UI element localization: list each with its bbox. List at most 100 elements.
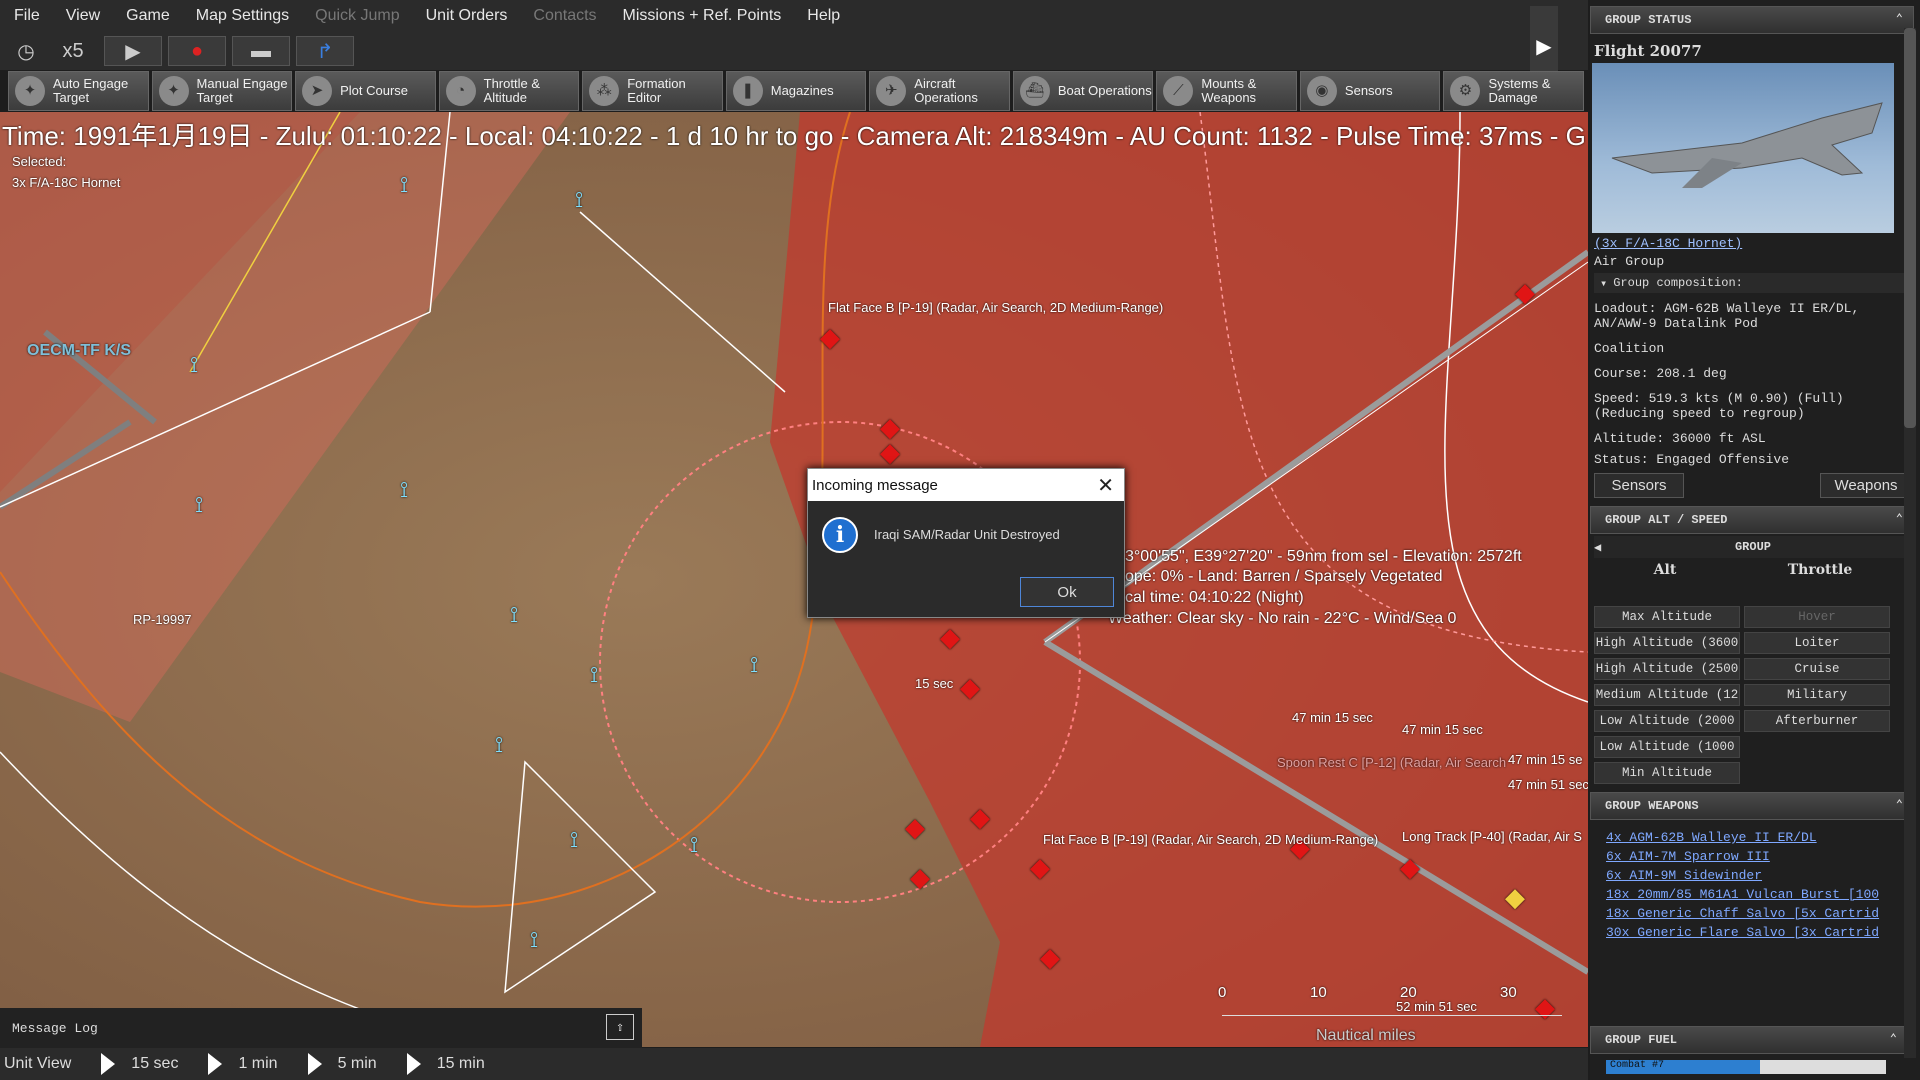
collapse-icon[interactable]: ⌃ <box>1890 1031 1897 1046</box>
collapse-icon[interactable]: ⌃ <box>1896 797 1903 812</box>
group-fuel-header[interactable]: GROUP FUEL ⌃ <box>1590 1026 1908 1054</box>
friendly-aircraft-icon[interactable]: ⟟ <box>400 477 408 503</box>
friendly-aircraft-icon[interactable]: ⟟ <box>590 662 598 688</box>
hostile-sam-icon[interactable]: ◆ <box>1030 852 1050 883</box>
record-button[interactable]: ● <box>168 36 226 66</box>
group-composition-toggle[interactable]: ▾ Group composition: <box>1594 273 1912 293</box>
plot-course-button[interactable]: ➤ Plot Course <box>295 71 436 111</box>
alt-min-button[interactable]: Min Altitude <box>1594 762 1740 784</box>
sensors-panel-button[interactable]: Sensors <box>1594 473 1684 498</box>
hostile-sam-icon[interactable]: ◆ <box>1040 942 1060 973</box>
menu-contacts[interactable]: Contacts <box>533 7 596 25</box>
menu-game[interactable]: Game <box>126 7 170 25</box>
eta-label: 47 min 15 sec <box>1292 710 1373 725</box>
group-status-header[interactable]: GROUP STATUS ⌃ <box>1590 6 1914 34</box>
ship-view-button[interactable]: ▬ <box>232 36 290 66</box>
speed-readout[interactable]: x5 <box>48 36 98 66</box>
collapse-icon[interactable]: ⌃ <box>1896 511 1903 526</box>
hostile-sam-icon[interactable]: ◆ <box>910 862 930 893</box>
hostile-sam-icon[interactable]: ◆ <box>880 437 900 468</box>
sensors-button[interactable]: ◉ Sensors <box>1299 71 1441 111</box>
alt-low-2000-button[interactable]: Low Altitude (2000 <box>1594 710 1740 732</box>
weapon-link[interactable]: 6x AIM-7M Sparrow III <box>1590 847 1910 866</box>
hostile-sam-icon[interactable]: ◆ <box>1515 277 1535 308</box>
tactical-map[interactable]: ⟟ ⟟ ⟟ ⟟ ⟟ ⟟ ⟟ ⟟ ⟟ ⟟ ⟟ ⟟ ◆ ◆ ◆ ◆ ◆ ◆ ◆ ◆ … <box>0 112 1588 1047</box>
mounts-weapons-button[interactable]: ⟋ Mounts & Weapons <box>1156 71 1297 111</box>
menu-unit-orders[interactable]: Unit Orders <box>426 7 508 25</box>
weapon-link[interactable]: 18x 20mm/85 M61A1 Vulcan Burst [100 <box>1590 885 1910 904</box>
weapon-link[interactable]: 6x AIM-9M Sidewinder <box>1590 866 1910 885</box>
formation-editor-button[interactable]: ⁂ Formation Editor <box>582 71 723 111</box>
weapon-link[interactable]: 18x Generic Chaff Salvo [5x Cartrid <box>1590 904 1910 923</box>
menu-missions[interactable]: Missions + Ref. Points <box>623 7 782 25</box>
hostile-sam-icon[interactable]: ◆ <box>960 672 980 703</box>
hostile-sam-icon[interactable]: ◆ <box>820 322 840 353</box>
friendly-aircraft-icon[interactable]: ⟟ <box>570 827 578 853</box>
hostile-sam-icon[interactable]: ◆ <box>1400 852 1420 883</box>
boat-ops-button[interactable]: ⛴ Boat Operations <box>1012 71 1154 111</box>
unit-class-link[interactable]: (3x F/A-18C Hornet) <box>1590 233 1920 251</box>
friendly-aircraft-icon[interactable]: ⟟ <box>530 927 538 953</box>
hostile-sam-icon[interactable]: ◆ <box>940 622 960 653</box>
alt-speed-header[interactable]: GROUP ALT / SPEED ⌃ <box>1590 506 1914 534</box>
panel-scrollbar[interactable] <box>1904 28 1916 1058</box>
throttle-afterburner-button[interactable]: Afterburner <box>1744 710 1890 732</box>
friendly-aircraft-icon[interactable]: ⟟ <box>495 732 503 758</box>
group-weapons-header[interactable]: GROUP WEAPONS ⌃ <box>1590 792 1914 820</box>
expand-log-icon[interactable]: ⇧ <box>606 1014 634 1040</box>
scale-tick: 0 <box>1218 984 1227 1001</box>
collapse-icon[interactable]: ⌃ <box>1896 11 1903 26</box>
friendly-aircraft-icon[interactable]: ⟟ <box>750 652 758 678</box>
throttle-label: Throttle & Altitude <box>483 76 540 105</box>
alt-medium-button[interactable]: Medium Altitude (12 <box>1594 684 1740 706</box>
friendly-aircraft-icon[interactable]: ⟟ <box>690 832 698 858</box>
weapons-panel-button[interactable]: Weapons <box>1820 473 1912 498</box>
time-step-15s[interactable]: 15 sec <box>93 1053 178 1075</box>
time-step-15m[interactable]: 15 min <box>399 1053 485 1075</box>
unit-view-label[interactable]: Unit View <box>4 1055 71 1073</box>
aircraft-ops-button[interactable]: ✈ Aircraft Operations <box>869 71 1010 111</box>
time-step-5m[interactable]: 5 min <box>300 1053 377 1075</box>
throttle-column-title: Throttle <box>1787 562 1853 578</box>
chevron-left-icon[interactable]: ◀ <box>1594 540 1601 555</box>
scrollbar-thumb[interactable] <box>1904 28 1916 428</box>
weapon-link[interactable]: 30x Generic Flare Salvo [3x Cartrid <box>1590 923 1910 942</box>
hostile-sam-icon[interactable]: ◆ <box>1535 992 1555 1023</box>
manual-engage-button[interactable]: ✦ Manual Engage Target <box>151 71 293 111</box>
menu-quick-jump[interactable]: Quick Jump <box>315 7 399 25</box>
ok-button[interactable]: Ok <box>1020 577 1114 607</box>
hostile-sam-icon[interactable]: ◆ <box>905 812 925 843</box>
menu-map-settings[interactable]: Map Settings <box>196 7 289 25</box>
friendly-aircraft-icon[interactable]: ⟟ <box>190 352 198 378</box>
throttle-cruise-button[interactable]: Cruise <box>1744 658 1890 680</box>
friendly-aircraft-icon[interactable]: ⟟ <box>195 492 203 518</box>
time-step-1m[interactable]: 1 min <box>200 1053 278 1075</box>
close-icon[interactable]: ✕ <box>1097 473 1114 498</box>
menu-help[interactable]: Help <box>807 7 840 25</box>
menu-file[interactable]: File <box>14 7 40 25</box>
throttle-loiter-button[interactable]: Loiter <box>1744 632 1890 654</box>
jump-button[interactable]: ↱ <box>296 36 354 66</box>
alt-high-36-button[interactable]: High Altitude (3600 <box>1594 632 1740 654</box>
unknown-contact-icon[interactable]: ◆ <box>1505 882 1525 913</box>
clock-icon[interactable]: ◷ <box>10 36 42 66</box>
play-button[interactable]: ▶ <box>104 36 162 66</box>
alt-low-1000-button[interactable]: Low Altitude (1000 <box>1594 736 1740 758</box>
friendly-aircraft-icon[interactable]: ⟟ <box>400 172 408 198</box>
alt-max-button[interactable]: Max Altitude <box>1594 606 1740 628</box>
menu-view[interactable]: View <box>66 7 100 25</box>
throttle-altitude-button[interactable]: ◔ Throttle & Altitude <box>438 71 580 111</box>
friendly-aircraft-icon[interactable]: ⟟ <box>575 187 583 213</box>
throttle-military-button[interactable]: Military <box>1744 684 1890 706</box>
friendly-aircraft-icon[interactable]: ⟟ <box>510 602 518 628</box>
systems-damage-button[interactable]: ⚙ Systems & Damage <box>1443 71 1585 111</box>
incoming-message-dialog: Incoming message ✕ i Iraqi SAM/Radar Unit… <box>807 468 1125 618</box>
hostile-sam-icon[interactable]: ◆ <box>970 802 990 833</box>
auto-engage-button[interactable]: ✦ Auto Engage Target <box>8 71 149 111</box>
magazines-button[interactable]: ❚ Magazines <box>725 71 867 111</box>
alt-high-25-button[interactable]: High Altitude (2500 <box>1594 658 1740 680</box>
menu-bar: File View Game Map Settings Quick Jump U… <box>0 0 1588 32</box>
target-icon: ✦ <box>158 76 189 106</box>
throttle-hover-button[interactable]: Hover <box>1744 606 1890 628</box>
weapon-link[interactable]: 4x AGM-62B Walleye II ER/DL <box>1590 828 1910 847</box>
